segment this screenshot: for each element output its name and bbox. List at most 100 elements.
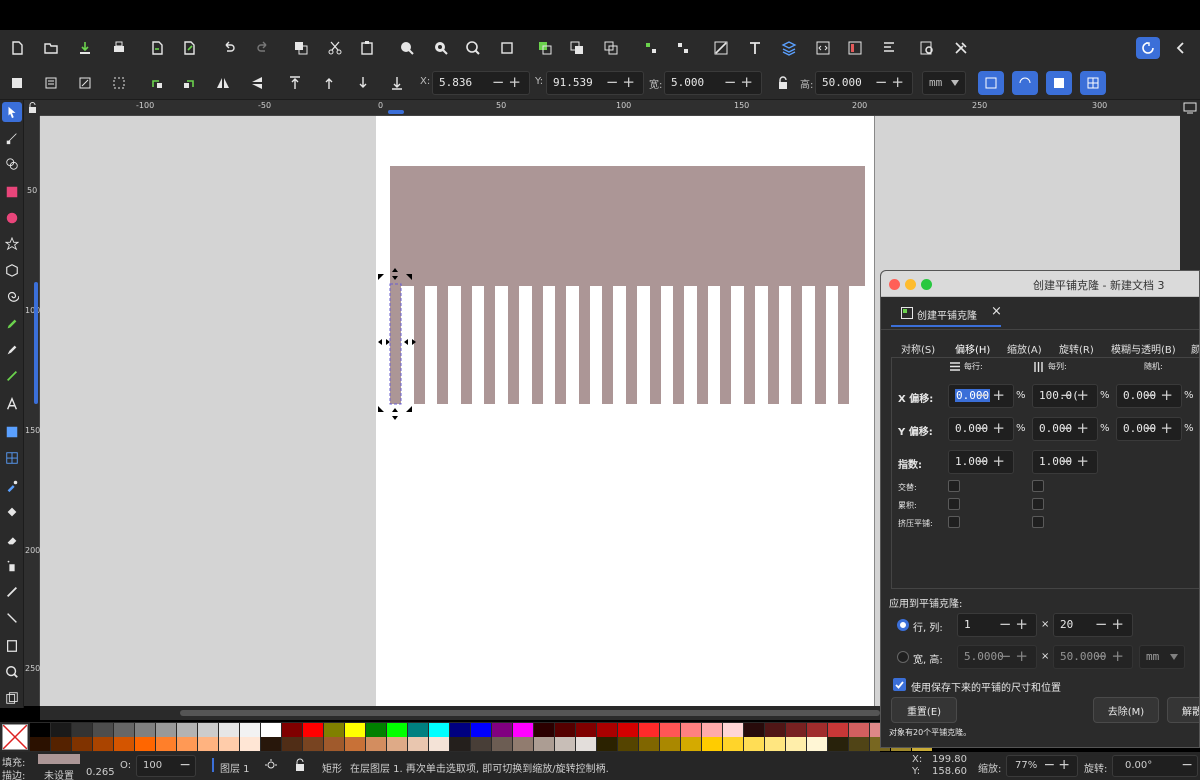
width-height-radio[interactable] bbox=[897, 651, 909, 663]
x-shift-col-stepper[interactable]: −+ bbox=[1060, 386, 1093, 404]
color-swatch[interactable] bbox=[828, 723, 848, 737]
color-swatch[interactable] bbox=[786, 723, 806, 737]
zoom-drawing-icon[interactable] bbox=[430, 37, 452, 59]
color-swatch[interactable] bbox=[723, 723, 743, 737]
display-mode-icon[interactable] bbox=[1183, 102, 1197, 114]
layer-lock-icon[interactable] bbox=[294, 758, 306, 772]
rotate-ccw-icon[interactable] bbox=[146, 72, 168, 94]
xml-editor-icon[interactable] bbox=[812, 37, 834, 59]
color-swatch[interactable] bbox=[156, 723, 176, 737]
y-shift-rand-field[interactable]: 0.000 −+ bbox=[1116, 417, 1182, 441]
color-swatch[interactable] bbox=[261, 737, 281, 751]
clone-tile[interactable] bbox=[555, 284, 567, 404]
eraser-tool-icon[interactable] bbox=[2, 530, 22, 550]
y-field[interactable]: 91.539 −+ bbox=[546, 71, 644, 95]
color-swatch[interactable] bbox=[240, 723, 260, 737]
ungroup-icon[interactable] bbox=[672, 37, 694, 59]
close-window-button[interactable] bbox=[889, 279, 900, 290]
rows-cols-radio[interactable] bbox=[897, 619, 909, 631]
group-icon[interactable] bbox=[640, 37, 662, 59]
color-swatch[interactable] bbox=[198, 737, 218, 751]
vertical-ruler[interactable]: 50 100 150 200 250 bbox=[24, 116, 40, 706]
exponent-row-stepper[interactable]: −+ bbox=[976, 452, 1009, 470]
zoom-stepper[interactable]: −+ bbox=[1044, 757, 1073, 773]
rotate-stepper[interactable]: − bbox=[1181, 757, 1193, 773]
clone-tile[interactable] bbox=[578, 284, 590, 404]
y-shift-col-field[interactable]: 0.000 −+ bbox=[1032, 417, 1098, 441]
color-swatch[interactable] bbox=[534, 723, 554, 737]
color-swatch[interactable] bbox=[765, 723, 785, 737]
color-swatch[interactable] bbox=[765, 737, 785, 751]
clone-tile[interactable] bbox=[602, 284, 614, 404]
clone-tile[interactable] bbox=[531, 284, 543, 404]
exponent-row-field[interactable]: 1.000 −+ bbox=[948, 450, 1014, 474]
color-swatch[interactable] bbox=[639, 723, 659, 737]
scale-corners-icon[interactable] bbox=[1012, 71, 1038, 95]
color-swatch[interactable] bbox=[429, 723, 449, 737]
width-stepper[interactable]: −+ bbox=[724, 73, 757, 91]
reset-button[interactable]: 重置(E) bbox=[891, 697, 957, 723]
pages-copy-icon[interactable] bbox=[2, 688, 22, 708]
transform-gradients-icon[interactable] bbox=[1046, 71, 1072, 95]
clone-icon[interactable] bbox=[566, 37, 588, 59]
clone-tile[interactable] bbox=[696, 284, 708, 404]
copy-icon[interactable] bbox=[290, 37, 312, 59]
color-swatch[interactable] bbox=[828, 737, 848, 751]
tab-symmetry[interactable]: 对称(S) bbox=[901, 341, 935, 356]
duplicate-icon[interactable] bbox=[534, 37, 556, 59]
unlink-clone-icon[interactable] bbox=[600, 37, 622, 59]
select-all-icon[interactable] bbox=[6, 72, 28, 94]
close-icon[interactable]: × bbox=[991, 304, 1002, 319]
color-swatch[interactable] bbox=[450, 723, 470, 737]
tab-rotation[interactable]: 旋转(R) bbox=[1059, 341, 1094, 356]
text-font-icon[interactable] bbox=[744, 37, 766, 59]
spiral-tool-icon[interactable] bbox=[2, 286, 22, 306]
color-swatch[interactable] bbox=[72, 737, 92, 751]
color-swatch[interactable] bbox=[366, 737, 386, 751]
x-stepper[interactable]: −+ bbox=[492, 73, 525, 91]
preferences-icon[interactable] bbox=[950, 37, 972, 59]
zoom-selection-icon[interactable] bbox=[396, 37, 418, 59]
unclump-button[interactable]: 解散 bbox=[1167, 697, 1199, 723]
color-swatch[interactable] bbox=[492, 737, 512, 751]
color-swatch[interactable] bbox=[807, 723, 827, 737]
clone-tile[interactable] bbox=[484, 284, 496, 404]
minimize-window-button[interactable] bbox=[905, 279, 916, 290]
x-shift-col-field[interactable]: 100.0(−+ bbox=[1032, 384, 1098, 408]
touch-select-icon[interactable] bbox=[108, 72, 130, 94]
zoom-window-button[interactable] bbox=[921, 279, 932, 290]
zoom-fit-icon[interactable] bbox=[496, 37, 518, 59]
opacity-field[interactable]: 100 − bbox=[136, 755, 196, 777]
color-swatch[interactable] bbox=[702, 723, 722, 737]
color-swatch[interactable] bbox=[219, 723, 239, 737]
save-icon[interactable] bbox=[74, 37, 96, 59]
color-swatch[interactable] bbox=[303, 723, 323, 737]
scale-stroke-icon[interactable] bbox=[978, 71, 1004, 95]
layer-visibility-icon[interactable] bbox=[264, 758, 278, 772]
tile-unit-select[interactable]: mm bbox=[1139, 645, 1185, 669]
stroke-value[interactable]: 未设置 bbox=[44, 767, 74, 780]
x-field[interactable]: 5.836 −+ bbox=[432, 71, 530, 95]
color-swatch[interactable] bbox=[156, 737, 176, 751]
color-swatch[interactable] bbox=[387, 737, 407, 751]
text-tool-icon[interactable] bbox=[2, 394, 22, 414]
color-swatch[interactable] bbox=[786, 737, 806, 751]
pages-tool-icon[interactable] bbox=[2, 636, 22, 656]
horizontal-ruler[interactable]: -100 -50 0 50 100 150 200 250 300 bbox=[40, 100, 1180, 116]
rotate-field[interactable]: 0.00° − bbox=[1112, 755, 1198, 777]
clone-tile[interactable] bbox=[649, 284, 661, 404]
selection-handles[interactable] bbox=[376, 266, 426, 426]
calligraphy-tool-icon[interactable] bbox=[2, 366, 22, 386]
select-all-layers-icon[interactable] bbox=[40, 72, 62, 94]
lower-icon[interactable] bbox=[352, 72, 374, 94]
color-swatch[interactable] bbox=[576, 723, 596, 737]
alternate-col-checkbox[interactable] bbox=[1032, 480, 1044, 492]
color-swatch[interactable] bbox=[429, 737, 449, 751]
color-swatch[interactable] bbox=[366, 723, 386, 737]
rectangle-tool-icon[interactable] bbox=[2, 182, 22, 202]
color-swatch[interactable] bbox=[639, 737, 659, 751]
flip-vertical-icon[interactable] bbox=[246, 72, 268, 94]
rotate-cw-icon[interactable] bbox=[178, 72, 200, 94]
color-swatch[interactable] bbox=[303, 737, 323, 751]
new-document-icon[interactable] bbox=[6, 37, 28, 59]
